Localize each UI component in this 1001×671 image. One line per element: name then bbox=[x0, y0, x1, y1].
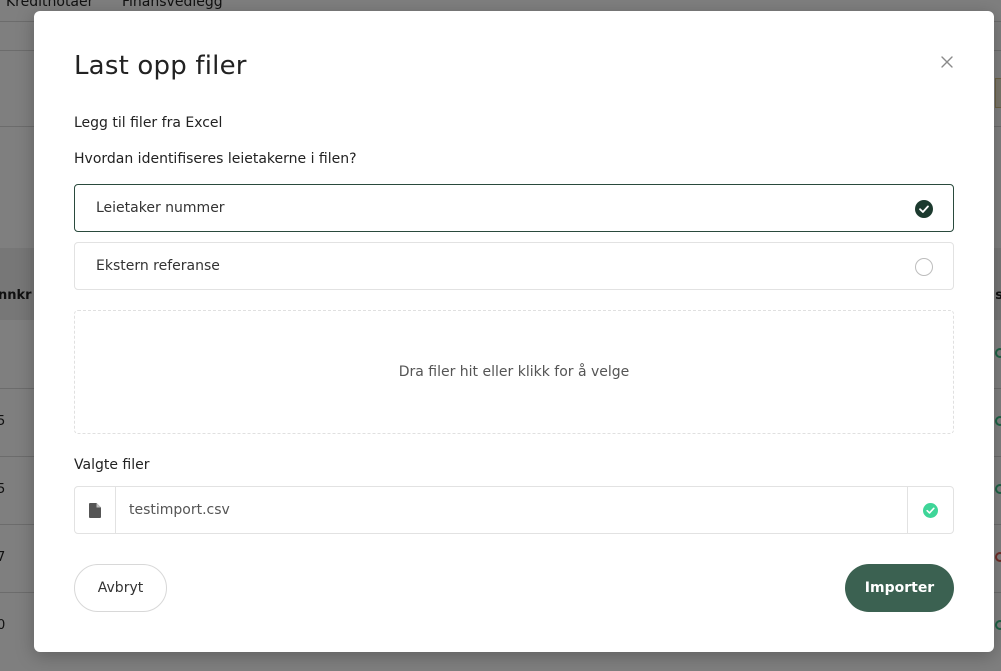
option-leietaker-nummer[interactable]: Leietaker nummer bbox=[74, 184, 954, 232]
import-button[interactable]: Importer bbox=[845, 564, 954, 612]
identification-question: Hvordan identifiseres leietakerne i file… bbox=[74, 151, 357, 167]
file-name: testimport.csv bbox=[129, 502, 230, 518]
file-list-item: testimport.csv bbox=[74, 486, 954, 534]
modal-title: Last opp filer bbox=[74, 51, 247, 81]
close-icon bbox=[941, 56, 953, 68]
selected-files-label: Valgte filer bbox=[74, 457, 150, 473]
option-ekstern-referanse[interactable]: Ekstern referanse bbox=[74, 242, 954, 290]
dropzone-text: Dra filer hit eller klikk for å velge bbox=[398, 364, 630, 380]
file-icon bbox=[89, 502, 101, 518]
radio-empty-icon bbox=[915, 258, 933, 276]
check-circle-icon bbox=[923, 502, 938, 518]
option-label: Ekstern referanse bbox=[96, 258, 220, 274]
file-status bbox=[907, 487, 953, 533]
cancel-button[interactable]: Avbryt bbox=[74, 564, 167, 612]
upload-files-modal: Last opp filer Legg til filer fra Excel … bbox=[34, 11, 994, 652]
file-icon-box bbox=[75, 487, 116, 533]
file-dropzone[interactable]: Dra filer hit eller klikk for å velge bbox=[74, 310, 954, 434]
check-circle-icon bbox=[915, 200, 933, 218]
modal-subtitle: Legg til filer fra Excel bbox=[74, 115, 223, 131]
close-button[interactable] bbox=[938, 53, 956, 71]
option-label: Leietaker nummer bbox=[96, 200, 225, 216]
